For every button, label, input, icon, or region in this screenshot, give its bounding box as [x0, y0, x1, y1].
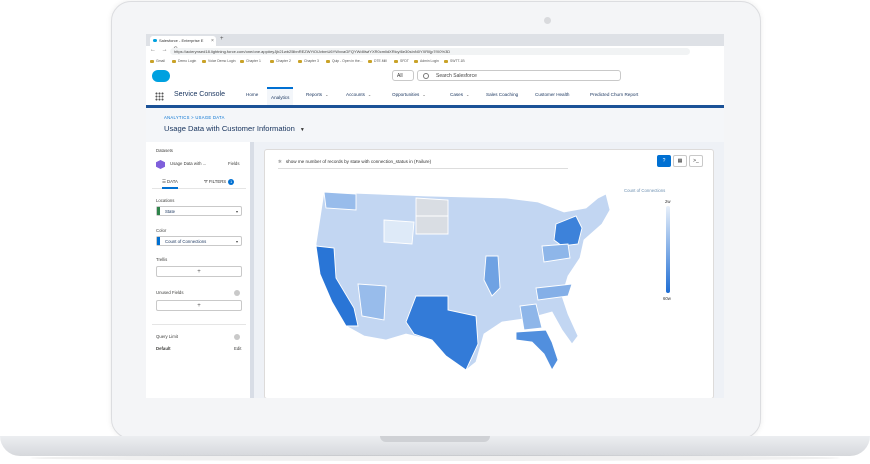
camera-icon — [544, 17, 551, 24]
query-limit-label: Query Limit — [156, 334, 178, 339]
panel-tabs: ☰ DATA ⛛ FILTERS 1 — [152, 178, 246, 189]
tab-title: Salesforce - Enterprise E — [159, 38, 204, 43]
nav-item-accounts[interactable]: Accounts ⌄ — [346, 92, 371, 97]
bookmark-item[interactable]: SFDT — [394, 58, 409, 64]
help-view-button[interactable]: ? — [657, 155, 671, 167]
dataset-name: Usage Data with ... — [170, 161, 207, 166]
filters-count-badge: 1 — [228, 179, 235, 185]
bookmark-item[interactable]: Chapter 1 — [240, 58, 261, 64]
bookmark-item[interactable]: DTE.Mill — [368, 58, 387, 64]
state-wa[interactable] — [323, 191, 357, 211]
nav-item-predicted-churn-report[interactable]: Predicted Churn Report — [590, 92, 638, 97]
page-title[interactable]: Usage Data with Customer Information ▼ — [164, 124, 305, 133]
nav-item-analytics[interactable]: Analytics — [267, 87, 294, 105]
state-fl[interactable] — [515, 329, 559, 371]
app-nav-bar: Service Console Home Analytics Reports ⌄ … — [146, 87, 724, 108]
nav-item-customer-health[interactable]: Customer Health — [535, 92, 569, 97]
laptop-shadow — [30, 455, 840, 461]
datasets-label: Datasets — [156, 148, 173, 153]
state-nd[interactable] — [415, 197, 449, 217]
bookmark-item[interactable]: Gmail — [150, 58, 165, 64]
url-bar[interactable]: https://acierynsed18.lightning.force.com… — [170, 48, 690, 55]
tab-data[interactable]: ☰ DATA — [162, 179, 178, 189]
query-editor-button[interactable]: >_ — [689, 155, 703, 167]
nav-item-opportunities[interactable]: Opportunities ⌄ — [392, 92, 426, 97]
query-limit-value: Default — [156, 346, 171, 351]
color-label: Color — [156, 228, 167, 233]
salesforce-favicon-icon — [153, 39, 157, 42]
bookmark-item[interactable]: Voice Demo Login — [202, 58, 236, 64]
dataset-selector[interactable]: Usage Data with ... Fields — [156, 159, 246, 171]
natural-language-query[interactable]: ✲ show me number of records by state with… — [278, 159, 568, 169]
measure-color-bar — [157, 237, 160, 245]
chevron-down-icon: ▾ — [235, 209, 238, 214]
tab-filters[interactable]: ⛛ FILTERS 1 — [204, 179, 235, 185]
browser-tab-bar: Salesforce - Enterprise E × + — [146, 34, 724, 46]
global-search-input[interactable]: Search Salesforce — [417, 70, 621, 81]
bookmark-item[interactable]: SWTT-1B — [444, 58, 465, 64]
fields-link[interactable]: Fields — [228, 161, 239, 166]
legend-max: 60w — [663, 296, 671, 301]
bookmark-item[interactable]: Demo Login — [172, 58, 196, 64]
trellis-label: Trellis — [156, 257, 168, 262]
salesforce-cloud-logo-icon[interactable] — [152, 70, 170, 82]
chevron-down-icon: ▼ — [299, 127, 305, 133]
search-scope-select[interactable]: All — [392, 70, 414, 81]
new-tab-button[interactable]: + — [220, 36, 224, 42]
nav-item-home[interactable]: Home — [246, 92, 258, 97]
add-trellis-button[interactable]: + — [156, 266, 242, 277]
chevron-down-icon[interactable]: ⌄ — [466, 92, 469, 97]
nav-item-cases[interactable]: Cases ⌄ — [450, 92, 469, 97]
info-icon[interactable] — [234, 334, 240, 340]
chevron-down-icon[interactable]: ⌄ — [325, 92, 328, 97]
state-wy[interactable] — [383, 219, 415, 245]
screen: Salesforce - Enterprise E × + ← → C http… — [146, 34, 724, 398]
divider — [152, 324, 246, 325]
unused-fields-label: Unused Fields — [156, 290, 184, 295]
close-tab-icon[interactable]: × — [211, 36, 214, 46]
global-header: All Search Salesforce — [146, 65, 724, 87]
dimension-color-bar — [157, 207, 160, 215]
us-choropleth-map[interactable] — [306, 184, 626, 384]
location-field-pill[interactable]: State ▾ — [156, 206, 242, 216]
legend-min: 2w — [665, 199, 671, 204]
add-unused-field-button[interactable]: + — [156, 300, 242, 311]
app-name: Service Console — [174, 91, 225, 98]
legend-gradient — [666, 206, 670, 293]
info-icon[interactable] — [234, 290, 240, 296]
bookmark-item[interactable]: Chapter 2 — [270, 58, 291, 64]
fields-panel: Datasets Usage Data with ... Fields ☰ DA… — [146, 142, 254, 398]
chevron-down-icon[interactable]: ⌄ — [422, 92, 425, 97]
nav-item-reports[interactable]: Reports ⌄ — [306, 92, 328, 97]
table-view-button[interactable]: ▦ — [673, 155, 687, 167]
legend-title: Count of Connections — [624, 188, 666, 193]
state-sd[interactable] — [415, 215, 449, 235]
browser-tab[interactable]: Salesforce - Enterprise E × — [150, 36, 216, 46]
bookmark-item[interactable]: Quip - Open in the... — [326, 58, 363, 64]
edit-query-limit-link[interactable]: Edit — [234, 346, 241, 351]
bookmark-item[interactable]: Chapter 3 — [298, 58, 319, 64]
chevron-down-icon: ▾ — [235, 239, 238, 244]
sparkle-icon: ✲ — [278, 159, 282, 164]
bookmark-item[interactable]: Admin Login — [414, 58, 439, 64]
breadcrumb[interactable]: ANALYTICS > USAGE DATA — [164, 115, 225, 120]
nav-item-sales-coaching[interactable]: Sales Coaching — [486, 92, 518, 97]
chevron-down-icon[interactable]: ⌄ — [368, 92, 371, 97]
laptop-notch — [380, 436, 490, 442]
color-field-pill[interactable]: Count of Connections ▾ — [156, 236, 242, 246]
app-launcher-icon[interactable] — [155, 92, 164, 101]
page-header: ANALYTICS > USAGE DATA Usage Data with C… — [146, 108, 724, 142]
dataset-hexagon-icon — [156, 160, 165, 169]
state-az[interactable] — [357, 283, 387, 321]
locations-label: Locations — [156, 198, 175, 203]
